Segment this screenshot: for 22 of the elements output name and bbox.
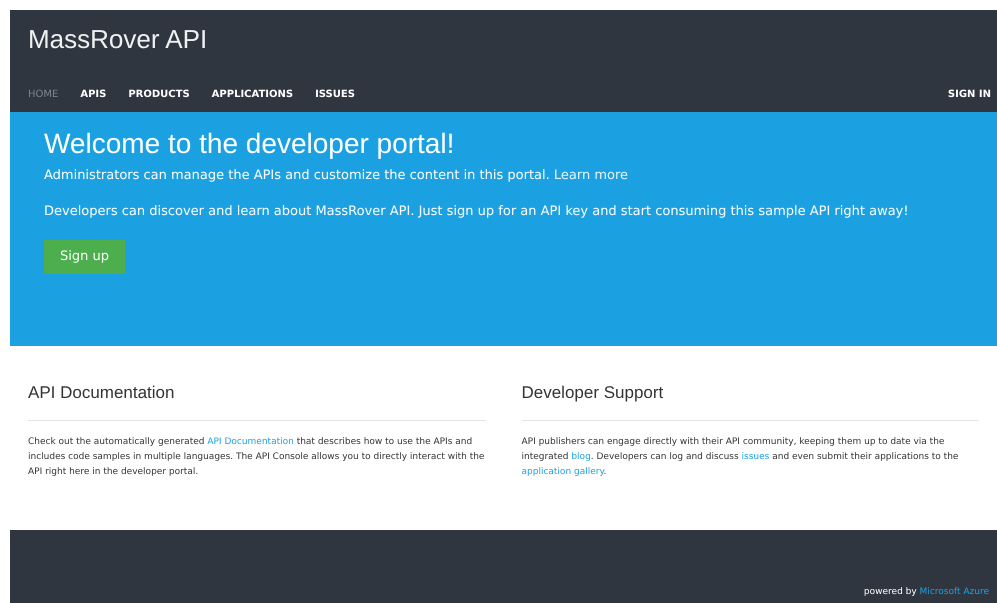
sign-up-button[interactable]: Sign up [44,240,125,274]
text-link[interactable]: issues [742,452,770,462]
text-link[interactable]: API Documentation [207,436,294,446]
nav-link[interactable]: HOME [28,87,58,102]
text-link[interactable]: Microsoft Azure [920,586,989,596]
nav-link[interactable]: APPLICATIONS [212,87,294,102]
powered-by-text: powered by Microsoft Azure [864,586,989,598]
text-link[interactable]: Learn more [554,168,628,183]
section-text: Check out the automatically generated API Documentation that describes how to use the APIs and includes code samples in multiple languages. The API Console allows you to directly interact with the API right here in the developer portal. [28,436,486,478]
section-heading: API Documentation [28,380,486,420]
nav-link[interactable]: ISSUES [315,87,355,102]
text-link[interactable]: application gallery [522,466,604,476]
sign-in-link[interactable]: SIGN IN [948,87,991,102]
site-title: MassRover API [28,23,208,56]
nav-link[interactable]: PRODUCTS [128,87,190,102]
hero-heading: Welcome to the developer portal! [44,127,456,161]
admin-text: Administrators can manage the APIs and customize the content in this portal. Learn more [44,167,630,185]
section-text: API publishers can engage directly with their API community, keeping them up to date via the integrated blog. Developers can log and discuss issues and even submit their applications to the application gallery. [522,436,960,478]
nav-link[interactable]: APIS [80,87,106,102]
developer-text: Developers can discover and learn about MassRover API. Just sign up for an API key and start consuming this sample API right away! [44,202,910,220]
text-link[interactable]: blog [571,452,591,462]
section-heading: Developer Support [522,380,979,420]
